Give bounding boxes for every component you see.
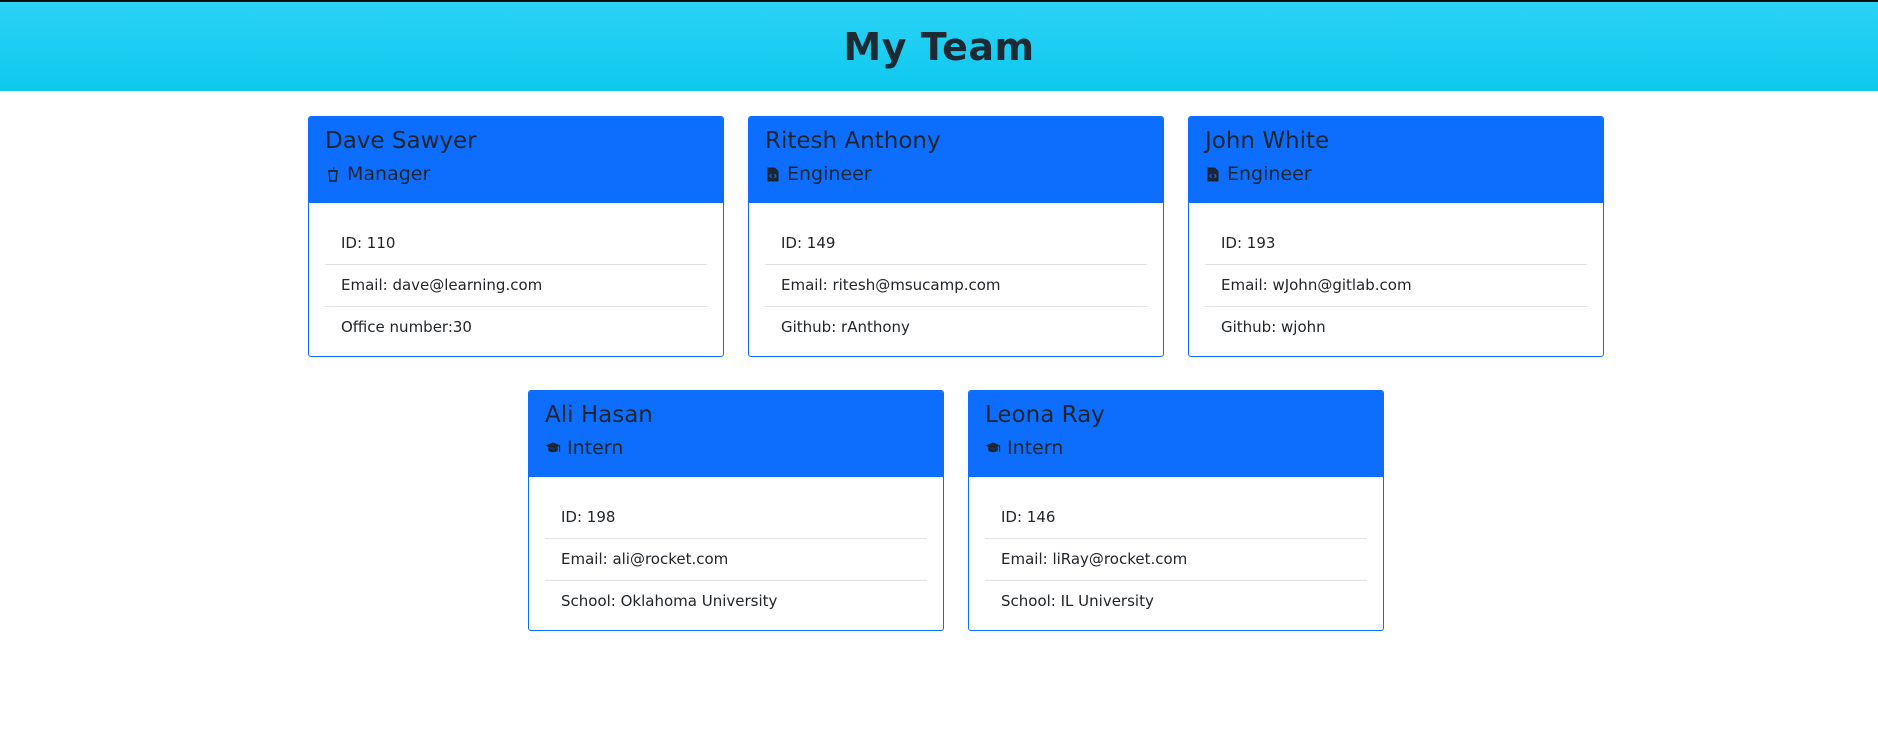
employee-role: Intern xyxy=(545,434,927,462)
detail-id: ID: 110 xyxy=(325,223,707,265)
card-body: ID: 198 Email: ali@rocket.com School: Ok… xyxy=(529,477,943,622)
employee-role: Intern xyxy=(985,434,1367,462)
employee-role-label: Engineer xyxy=(787,163,872,185)
detail-github: Github: rAnthony xyxy=(781,318,910,336)
page-title: My Team xyxy=(843,24,1035,69)
employee-card-engineer: Ritesh Anthony Engineer ID: 149 Email: r… xyxy=(748,116,1164,357)
detail-list: ID: 198 Email: ali@rocket.com School: Ok… xyxy=(545,497,927,622)
card-header: John White Engineer xyxy=(1189,117,1603,203)
employee-name: Ritesh Anthony xyxy=(765,128,941,154)
detail-office: Office number:30 xyxy=(341,318,472,336)
detail-list: ID: 110 Email: dave@learning.com Office … xyxy=(325,223,707,348)
employee-card-intern: Leona Ray Intern ID: 146 Email: liRay@ro… xyxy=(968,390,1384,631)
graduation-cap-icon xyxy=(545,440,561,456)
employee-role-label: Intern xyxy=(567,437,624,459)
detail-school: School: IL University xyxy=(1001,592,1154,610)
employee-role: Manager xyxy=(325,160,707,188)
detail-id: ID: 146 xyxy=(985,497,1367,539)
card-body: ID: 146 Email: liRay@rocket.com School: … xyxy=(969,477,1383,622)
employee-role-label: Manager xyxy=(347,163,431,185)
employee-card-intern: Ali Hasan Intern ID: 198 Email: ali@rock… xyxy=(528,390,944,631)
code-file-icon xyxy=(1205,166,1221,182)
employee-role: Engineer xyxy=(765,160,1147,188)
detail-email: Email: ritesh@msucamp.com xyxy=(765,265,1147,307)
employee-card-engineer: John White Engineer ID: 193 Email: wJohn… xyxy=(1188,116,1604,357)
employee-role-label: Engineer xyxy=(1227,163,1312,185)
employee-role-label: Intern xyxy=(1007,437,1064,459)
detail-list: ID: 193 Email: wJohn@gitlab.com Github: … xyxy=(1205,223,1587,348)
card-body: ID: 149 Email: ritesh@msucamp.com Github… xyxy=(749,203,1163,348)
graduation-cap-icon xyxy=(985,440,1001,456)
detail-github: Github: wjohn xyxy=(1221,318,1326,336)
team-cards: Dave Sawyer Manager ID: 110 Email: dave@… xyxy=(0,91,1878,747)
card-body: ID: 193 Email: wJohn@gitlab.com Github: … xyxy=(1189,203,1603,348)
employee-name: Dave Sawyer xyxy=(325,128,477,154)
card-header: Dave Sawyer Manager xyxy=(309,117,723,203)
detail-email: Email: liRay@rocket.com xyxy=(985,539,1367,581)
employee-name: Ali Hasan xyxy=(545,402,653,428)
detail-id: ID: 193 xyxy=(1205,223,1587,265)
code-file-icon xyxy=(765,166,781,182)
card-header: Leona Ray Intern xyxy=(969,391,1383,477)
detail-list: ID: 149 Email: ritesh@msucamp.com Github… xyxy=(765,223,1147,348)
employee-name: Leona Ray xyxy=(985,402,1105,428)
card-header: Ali Hasan Intern xyxy=(529,391,943,477)
detail-id: ID: 149 xyxy=(765,223,1147,265)
employee-role: Engineer xyxy=(1205,160,1587,188)
detail-email: Email: ali@rocket.com xyxy=(545,539,927,581)
coffee-icon xyxy=(325,166,341,182)
detail-email: Email: wJohn@gitlab.com xyxy=(1205,265,1587,307)
page-header: My Team xyxy=(0,2,1878,91)
card-body: ID: 110 Email: dave@learning.com Office … xyxy=(309,203,723,348)
detail-school: School: Oklahoma University xyxy=(561,592,778,610)
employee-name: John White xyxy=(1205,128,1330,154)
detail-list: ID: 146 Email: liRay@rocket.com School: … xyxy=(985,497,1367,622)
detail-id: ID: 198 xyxy=(545,497,927,539)
employee-card-manager: Dave Sawyer Manager ID: 110 Email: dave@… xyxy=(308,116,724,357)
card-header: Ritesh Anthony Engineer xyxy=(749,117,1163,203)
detail-email: Email: dave@learning.com xyxy=(325,265,707,307)
